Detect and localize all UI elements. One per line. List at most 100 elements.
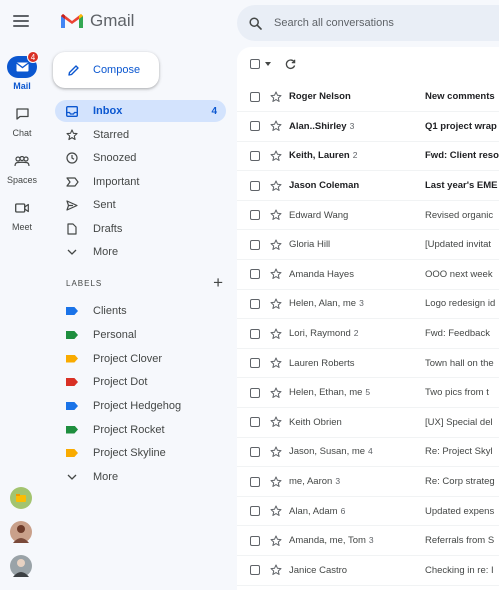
nav-starred[interactable]: Starred [55, 124, 226, 146]
chat-icon [15, 108, 29, 120]
star-icon[interactable] [270, 239, 282, 251]
email-row[interactable]: Helen, Alan, me 3 Logo redesign id [237, 290, 499, 320]
email-row[interactable]: Helen, Ethan, me 5 Two pics from t [237, 379, 499, 409]
email-row[interactable]: Amanda Hayes OOO next week [237, 260, 499, 290]
star-icon[interactable] [270, 150, 282, 162]
nav-more-label: More [93, 246, 119, 258]
gmail-logo[interactable]: Gmail [60, 11, 134, 31]
row-checkbox[interactable] [250, 210, 260, 221]
email-row[interactable]: Amanda, me, Tom 3 Referrals from S [237, 527, 499, 557]
main-menu-icon[interactable] [13, 15, 29, 27]
row-checkbox[interactable] [250, 269, 260, 280]
row-checkbox[interactable] [250, 387, 260, 398]
email-row[interactable]: Keith Obrien [UX] Special del [237, 408, 499, 438]
star-icon[interactable] [270, 564, 282, 576]
row-checkbox[interactable] [250, 476, 260, 487]
label-project-dot-text: Project Dot [93, 376, 148, 388]
email-row[interactable]: Jason, Susan, me 4 Re: Project Skyl [237, 438, 499, 468]
search-input[interactable]: Search all conversations [274, 17, 394, 29]
email-sender: me, Aaron 3 [289, 476, 419, 487]
email-subject: Q1 project wrap [425, 120, 497, 132]
email-row[interactable]: Lori, Raymond 2 Fwd: Feedback [237, 319, 499, 349]
email-row[interactable]: Keith, Lauren 2 Fwd: Client reso [237, 142, 499, 172]
email-sender: Gloria Hill [289, 239, 419, 250]
row-checkbox[interactable] [250, 358, 260, 369]
refresh-icon[interactable] [285, 58, 296, 70]
star-icon[interactable] [270, 91, 282, 103]
email-row[interactable]: Janice Castro Checking in re: I [237, 556, 499, 586]
row-checkbox[interactable] [250, 121, 260, 132]
label-project-clover[interactable]: Project Clover [55, 348, 226, 370]
star-icon[interactable] [270, 120, 282, 132]
star-icon[interactable] [270, 535, 282, 547]
label-tag-icon [66, 449, 78, 457]
thread-count: 3 [335, 476, 341, 487]
row-checkbox[interactable] [250, 565, 260, 576]
email-row[interactable]: Gloria Hill [Updated invitat [237, 231, 499, 261]
label-clients[interactable]: Clients [55, 300, 226, 322]
email-row[interactable]: Alan, Adam 6 Updated expens [237, 497, 499, 527]
nav-more[interactable]: More [55, 241, 226, 263]
nav-sent[interactable]: Sent [55, 194, 226, 216]
star-icon[interactable] [270, 180, 282, 192]
rail-chat[interactable]: Chat [0, 103, 44, 138]
row-checkbox[interactable] [250, 91, 260, 102]
label-tag-icon [66, 425, 78, 434]
select-all-checkbox[interactable] [250, 59, 260, 69]
compose-label: Compose [93, 64, 141, 76]
star-icon[interactable] [270, 328, 282, 340]
star-icon[interactable] [270, 357, 282, 369]
row-checkbox[interactable] [250, 328, 260, 339]
star-icon[interactable] [270, 416, 282, 428]
mail-list-panel: Roger Nelson New comments Alan..Shirley 3 Q1… [237, 47, 499, 590]
row-checkbox[interactable] [250, 446, 260, 457]
label-project-skyline[interactable]: Project Skyline [55, 442, 226, 464]
row-checkbox[interactable] [250, 239, 260, 250]
compose-button[interactable]: Compose [53, 52, 159, 88]
email-subject: New comments [425, 91, 495, 103]
email-row[interactable]: Roger Nelson New comments [237, 83, 499, 113]
avatar[interactable] [10, 521, 32, 543]
caret-down-icon[interactable] [265, 62, 271, 66]
avatar[interactable] [10, 555, 32, 577]
star-icon[interactable] [270, 446, 282, 458]
create-label-icon[interactable]: + [213, 274, 224, 291]
email-row[interactable]: Lauren Roberts Town hall on the [237, 349, 499, 379]
email-row[interactable]: Edward Wang Revised organic [237, 201, 499, 231]
row-checkbox[interactable] [250, 506, 260, 517]
nav-snoozed[interactable]: Snoozed [55, 147, 226, 169]
sender-name: Janice Castro [289, 564, 348, 576]
sender-name: Jason, Susan, me [289, 446, 366, 458]
rail-spaces[interactable]: Spaces [0, 150, 44, 185]
star-icon[interactable] [270, 209, 282, 221]
label-project-hedgehog[interactable]: Project Hedgehog [55, 395, 226, 417]
thread-count: 3 [359, 298, 364, 309]
email-row[interactable]: Alan..Shirley 3 Q1 project wrap [237, 112, 499, 142]
label-project-dot[interactable]: Project Dot [55, 371, 226, 393]
search-bar[interactable]: Search all conversations [237, 5, 499, 41]
nav-important[interactable]: Important [55, 171, 226, 193]
star-icon[interactable] [270, 298, 282, 310]
row-checkbox[interactable] [250, 535, 260, 546]
sender-name: Helen, Ethan, me [289, 387, 363, 399]
rail-mail[interactable]: 4 Mail [0, 51, 44, 91]
avatar[interactable] [10, 487, 32, 509]
email-row[interactable]: Jason Coleman Last year's EME [237, 171, 499, 201]
nav-inbox[interactable]: Inbox 4 [55, 100, 226, 122]
row-checkbox[interactable] [250, 298, 260, 309]
email-sender: Alan, Adam 6 [289, 506, 419, 517]
row-checkbox[interactable] [250, 150, 260, 161]
rail-meet[interactable]: Meet [0, 197, 44, 232]
row-checkbox[interactable] [250, 180, 260, 191]
label-project-rocket[interactable]: Project Rocket [55, 419, 226, 441]
star-icon[interactable] [270, 476, 282, 488]
labels-more[interactable]: More [55, 466, 226, 488]
row-checkbox[interactable] [250, 417, 260, 428]
nav-drafts[interactable]: Drafts [55, 218, 226, 240]
email-row[interactable]: me, Aaron 3 Re: Corp strateg [237, 467, 499, 497]
star-icon[interactable] [270, 268, 282, 280]
label-personal[interactable]: Personal [55, 324, 226, 346]
star-icon[interactable] [270, 387, 282, 399]
thread-count: 2 [352, 150, 358, 161]
star-icon[interactable] [270, 505, 282, 517]
